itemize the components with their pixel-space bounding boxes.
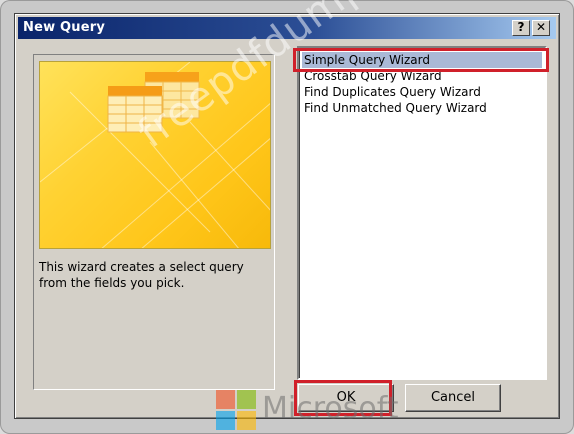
screenshot-frame: New Query ? ✕ This wizard creates a sele… — [0, 0, 574, 434]
list-item-crosstab-query-wizard[interactable]: Crosstab Query Wizard — [302, 68, 542, 84]
list-item-simple-query-wizard[interactable]: Simple Query Wizard — [302, 52, 542, 68]
new-query-dialog: New Query ? ✕ This wizard creates a sele… — [14, 13, 560, 419]
query-preview-illustration — [40, 62, 270, 248]
list-item-find-unmatched-query-wizard[interactable]: Find Unmatched Query Wizard — [302, 100, 542, 116]
wizard-description: This wizard creates a select query from … — [39, 260, 244, 290]
help-button[interactable]: ? — [512, 20, 530, 36]
wizard-listbox[interactable]: Simple Query Wizard Crosstab Query Wizar… — [297, 46, 547, 380]
cancel-button[interactable]: Cancel — [405, 384, 501, 412]
ok-button[interactable]: OK — [298, 384, 394, 412]
wizard-preview-image — [39, 61, 271, 249]
dialog-title: New Query — [23, 20, 106, 35]
close-button[interactable]: ✕ — [532, 20, 550, 36]
list-item-find-duplicates-query-wizard[interactable]: Find Duplicates Query Wizard — [302, 84, 542, 100]
title-bar: New Query ? ✕ — [18, 17, 556, 39]
